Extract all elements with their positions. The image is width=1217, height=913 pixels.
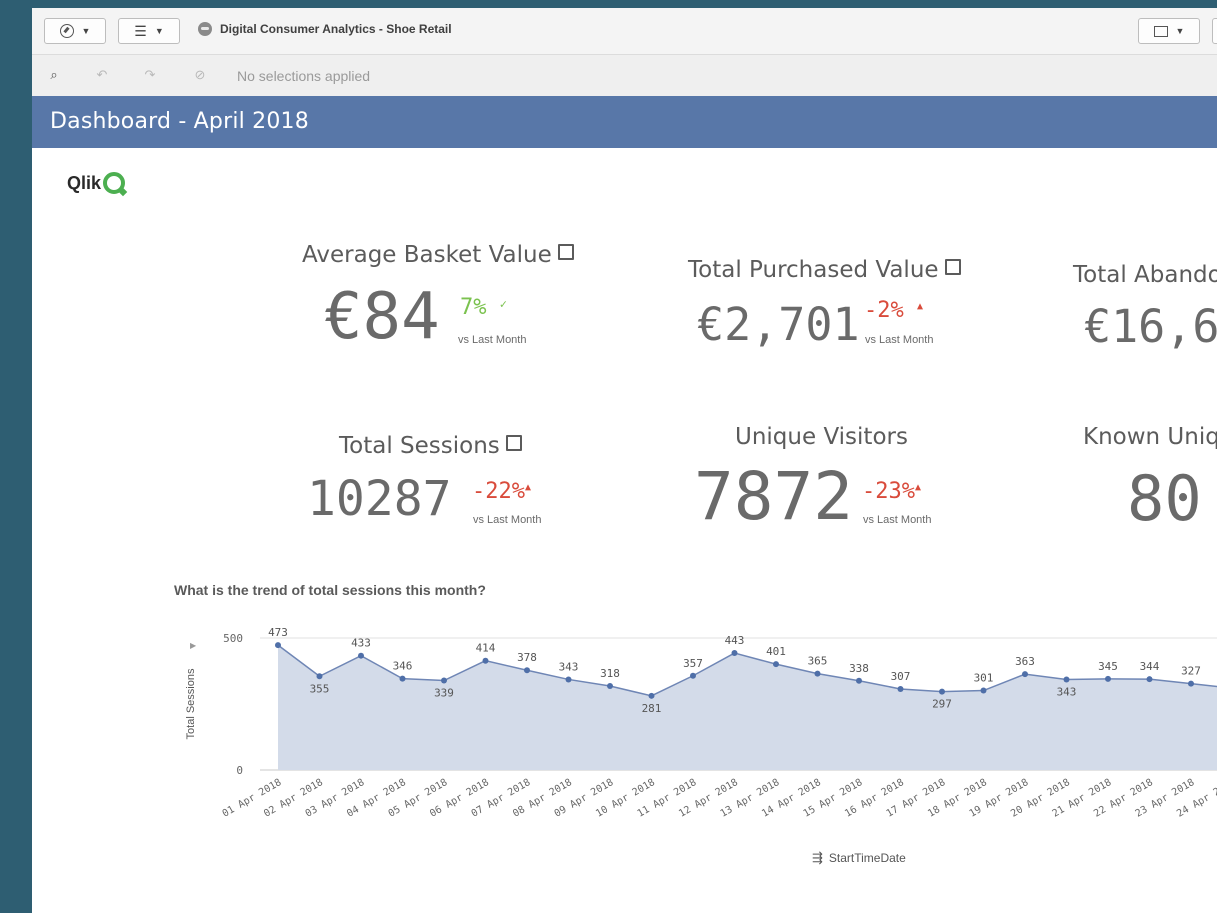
data-point xyxy=(1188,680,1194,687)
data-label: 297 xyxy=(932,698,952,711)
data-label: 301 xyxy=(974,672,994,685)
data-label: 378 xyxy=(517,651,537,664)
data-point xyxy=(1105,675,1111,682)
data-point xyxy=(1146,676,1153,683)
data-point xyxy=(856,677,862,684)
data-label: 344 xyxy=(1140,660,1160,673)
axis-arrow-icon: ▶ xyxy=(190,641,197,650)
data-point xyxy=(358,652,364,659)
data-label: 318 xyxy=(600,667,620,680)
y-tick-label: 0 xyxy=(236,764,243,777)
data-label: 355 xyxy=(310,682,330,695)
data-point xyxy=(814,670,821,677)
data-point xyxy=(441,677,447,684)
data-label: 414 xyxy=(476,642,496,655)
data-point xyxy=(399,675,406,682)
data-point xyxy=(275,642,281,649)
app-window: ▼ ☰ ▼ Digital Consumer Analytics - Shoe … xyxy=(32,8,1217,913)
data-label: 307 xyxy=(891,670,911,683)
data-label: 443 xyxy=(725,634,745,647)
data-label: 339 xyxy=(434,687,454,700)
data-label: 338 xyxy=(849,662,869,675)
data-point xyxy=(565,676,572,683)
data-point xyxy=(1022,671,1028,678)
data-label: 346 xyxy=(393,660,413,673)
data-point xyxy=(939,688,945,695)
data-label: 345 xyxy=(1098,660,1118,673)
data-label: 363 xyxy=(1015,655,1035,668)
data-point xyxy=(980,687,987,694)
data-label: 357 xyxy=(683,657,703,670)
data-label: 343 xyxy=(1057,685,1077,698)
data-label: 365 xyxy=(808,655,828,668)
chart-dimension[interactable]: ⇶ StartTimeDate xyxy=(812,850,906,866)
data-label: 327 xyxy=(1181,665,1201,678)
sort-icon: ⇶ xyxy=(812,850,823,865)
y-axis-label: Total Sessions xyxy=(185,668,197,739)
data-label: 473 xyxy=(268,626,288,639)
data-point xyxy=(1063,676,1070,683)
data-point xyxy=(648,692,655,699)
data-point xyxy=(607,683,613,690)
sessions-trend-chart[interactable]: 500 0 Total Sessions ▶ 473 355 433 346 339 414 378… xyxy=(32,8,1217,913)
data-point xyxy=(524,667,530,674)
dimension-label: StartTimeDate xyxy=(828,851,906,865)
sessions-area xyxy=(278,645,1217,770)
y-tick-label: 500 xyxy=(223,632,243,645)
data-point xyxy=(897,685,904,692)
data-label: 343 xyxy=(559,660,579,673)
data-label: 401 xyxy=(766,645,786,658)
data-label: 433 xyxy=(351,637,371,650)
data-point xyxy=(773,661,779,668)
data-point xyxy=(731,650,738,657)
data-point xyxy=(482,657,489,664)
data-point xyxy=(690,672,696,679)
data-label: 281 xyxy=(642,702,662,715)
data-point xyxy=(316,673,323,680)
